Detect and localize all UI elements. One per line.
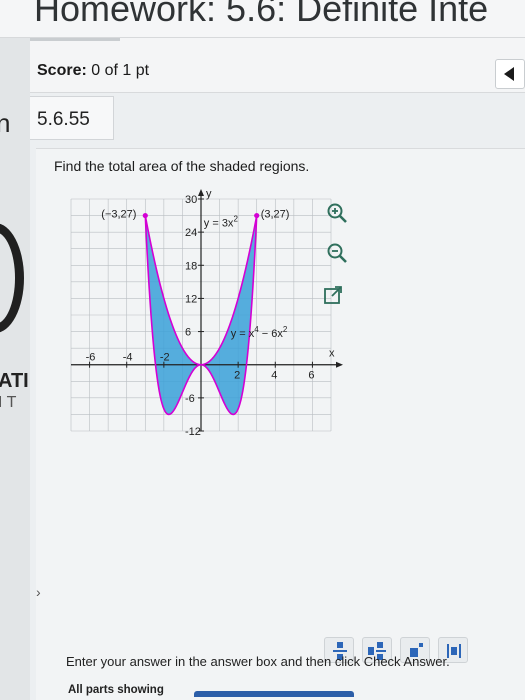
score-value: 0 of 1 pt (91, 62, 150, 79)
previous-question-button[interactable] (495, 59, 525, 89)
score-display: Score: 0 of 1 pt (37, 62, 149, 80)
open-new-window-icon[interactable] (322, 284, 344, 306)
curve1-exponent: 2 (233, 215, 238, 224)
sidebar-word-2: I T (0, 394, 17, 411)
point-marker (254, 212, 260, 219)
score-bar: Score: 0 of 1 pt (30, 38, 525, 93)
parts-showing-label: All parts showing (68, 684, 164, 696)
y-tick-label: 24 (185, 227, 197, 239)
zoom-out-icon[interactable] (326, 242, 348, 264)
point-marker (142, 212, 148, 219)
y-tick-label: 30 (185, 194, 197, 206)
sidebar-arc-graphic (0, 223, 24, 333)
area-graph: -6 -4 -22 4 6302418126-6-12 (−3,27) (3,27) x … (70, 189, 343, 438)
y-tick-label: 12 (185, 293, 197, 305)
curve2-annotation: y = x4 − 6x2 (231, 325, 288, 340)
window-title-bar: Homework: 5.6: Definite Inte (0, 0, 525, 38)
question-number-box: 5.6.55 (30, 96, 114, 140)
sidebar-letter: n (0, 108, 11, 138)
y-tick-label: 6 (185, 327, 191, 339)
y-axis-label: y (206, 189, 212, 200)
point-label: (−3,27) (101, 209, 136, 221)
sidebar-word: ATI (0, 370, 29, 392)
curve1-annotation: y = 3x2 (204, 215, 239, 230)
answer-instruction: Enter your answer in the answer box and … (66, 654, 450, 669)
y-tick-label: 18 (185, 260, 197, 272)
x-axis-arrow (336, 361, 343, 368)
x-tick-label: 6 (308, 370, 314, 382)
window-title: Homework: 5.6: Definite Inte (34, 0, 489, 29)
x-tick-label: 2 (234, 370, 240, 382)
curve1-base: y = 3x (204, 218, 234, 230)
y-tick-label: -6 (185, 393, 195, 405)
curve2-middle: − 6x (259, 328, 284, 340)
left-sidebar-strip: n ATI I T (0, 38, 30, 700)
curve2-base: y = x (231, 328, 255, 340)
score-divider (30, 38, 120, 41)
x-tick-label: -6 (86, 352, 96, 364)
score-label: Score: (37, 62, 87, 79)
expand-chevron-icon[interactable]: › (36, 584, 41, 600)
labeled-points: (−3,27) (3,27) (101, 209, 289, 221)
question-number: 5.6.55 (37, 109, 90, 130)
x-tick-label: -4 (123, 352, 133, 364)
curve2-exponent-2: 2 (283, 325, 288, 334)
question-prompt: Find the total area of the shaded region… (54, 158, 310, 174)
y-tick-label: -12 (185, 426, 201, 438)
zoom-in-icon[interactable] (326, 202, 348, 224)
parts-progress-bar (194, 691, 354, 697)
point-label: (3,27) (261, 209, 290, 221)
question-content: Find the total area of the shaded region… (36, 148, 525, 700)
x-tick-label: -2 (160, 352, 170, 364)
y-axis-arrow (198, 189, 204, 196)
x-tick-label: 4 (271, 370, 277, 382)
x-axis-label: x (329, 348, 335, 360)
